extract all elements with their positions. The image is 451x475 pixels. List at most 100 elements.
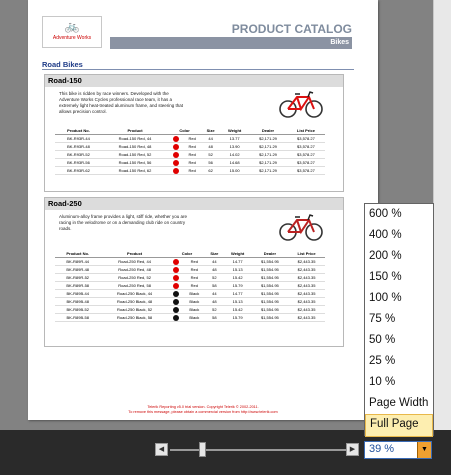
product-name-cell: Road-250 Black, 52	[100, 305, 169, 314]
color-swatch	[168, 134, 184, 143]
zoom-option[interactable]: 25 %	[365, 351, 433, 372]
product-name-cell: Road-150 Red, 52	[101, 150, 169, 159]
size-cell: 44	[201, 134, 221, 143]
color-cell: Red	[183, 273, 206, 282]
logo-bike-icon: 🚲	[64, 19, 80, 33]
dealer-price-cell: $2,171.29	[249, 150, 287, 159]
col-header: Size	[205, 250, 224, 258]
product-no-cell: BK-R89B-44	[55, 289, 101, 298]
color-dot-icon	[173, 314, 180, 321]
zoom-select-value: 39 %	[369, 443, 395, 455]
product-name: Road-250	[45, 198, 343, 210]
weight-cell: 15.13	[223, 297, 252, 306]
table-row: BK-R93R-48 Road-150 Red, 48 Red 48 13.90 $2,1…	[55, 142, 325, 151]
color-dot-icon	[173, 274, 180, 281]
zoom-option[interactable]: 150 %	[365, 267, 433, 288]
list-price-cell: $2,443.35	[288, 273, 325, 282]
zoom-option[interactable]: 50 %	[365, 330, 433, 351]
color-cell: Red	[183, 265, 206, 274]
red-bike-icon	[279, 91, 323, 118]
zoom-option[interactable]: 600 %	[365, 204, 433, 225]
color-cell: Red	[183, 150, 202, 159]
product-no-cell: BK-R89B-48	[55, 297, 101, 306]
dealer-price-cell: $2,171.29	[249, 166, 287, 175]
color-swatch	[168, 150, 184, 159]
size-cell: 44	[205, 289, 224, 298]
list-price-cell: $2,443.35	[288, 281, 325, 290]
footer-notice: To remove this message, please obtain a …	[128, 410, 278, 414]
col-header: List Price	[288, 250, 325, 258]
col-header: Weight	[223, 250, 252, 258]
col-header: Product	[100, 250, 169, 258]
size-cell: 52	[205, 273, 224, 282]
product-no-cell: BK-R89B-52	[55, 305, 101, 314]
list-price-cell: $2,443.35	[288, 297, 325, 306]
zoom-option[interactable]: 100 %	[365, 288, 433, 309]
product-name-cell: Road-150 Red, 44	[101, 134, 169, 143]
zoom-option[interactable]: 10 %	[365, 372, 433, 393]
product-name-cell: Road-150 Red, 56	[101, 158, 169, 167]
table-row: BK-R89R-58 Road-250 Red, 58 Red 58 15.79 $1,5…	[55, 281, 325, 290]
color-dot-icon	[173, 258, 180, 265]
color-cell: Red	[183, 281, 206, 290]
list-price-cell: $3,578.27	[286, 134, 325, 143]
zoom-dropdown-list: 600 % 400 % 200 % 150 % 100 % 75 % 50 % 25 % 10 …	[364, 203, 434, 437]
product-no-cell: BK-R89R-44	[55, 257, 101, 266]
vertical-scrollbar[interactable]	[433, 0, 451, 430]
col-header: Color	[168, 250, 206, 258]
col-header: Dealer	[249, 127, 287, 135]
spec-rows: BK-R93R-44 Road-150 Red, 44 Red 44 13.77 $2,1…	[55, 134, 325, 175]
section-divider	[42, 69, 354, 70]
size-cell: 58	[205, 281, 224, 290]
product-name-cell: Road-250 Red, 58	[100, 281, 169, 290]
col-header: Dealer	[251, 250, 289, 258]
list-price-cell: $3,578.27	[286, 150, 325, 159]
zoom-slider-track[interactable]	[170, 449, 346, 451]
weight-cell: 14.77	[223, 257, 252, 266]
color-dot-icon	[172, 135, 179, 142]
dealer-price-cell: $1,554.95	[251, 257, 289, 266]
report-footer: Telerik Reporting v5.0 trial version. Co…	[28, 405, 378, 415]
zoom-option[interactable]: Full Page	[365, 414, 433, 437]
dealer-price-cell: $1,554.95	[251, 273, 289, 282]
weight-cell: 15.42	[223, 273, 252, 282]
product-no-cell: BK-R93R-52	[55, 150, 102, 159]
weight-cell: 15.00	[220, 166, 250, 175]
list-price-cell: $3,578.27	[286, 142, 325, 151]
product-no-cell: BK-R89R-58	[55, 281, 101, 290]
zoom-in-button[interactable]: ▶	[346, 443, 359, 456]
size-cell: 48	[205, 265, 224, 274]
chevron-down-icon[interactable]: ▼	[417, 442, 431, 458]
color-swatch	[168, 297, 184, 306]
size-cell: 48	[201, 142, 221, 151]
dealer-price-cell: $2,171.29	[249, 142, 287, 151]
product-name-cell: Road-250 Black, 48	[100, 297, 169, 306]
color-cell: Black	[183, 297, 206, 306]
zoom-option[interactable]: 400 %	[365, 225, 433, 246]
list-price-cell: $2,443.35	[288, 289, 325, 298]
table-row: BK-R93R-52 Road-150 Red, 52 Red 52 14.02 $2,1…	[55, 150, 325, 159]
zoom-slider-thumb[interactable]	[199, 442, 206, 457]
color-swatch	[168, 313, 184, 322]
col-header: Product No.	[55, 250, 101, 258]
weight-cell: 13.77	[220, 134, 250, 143]
zoom-option[interactable]: 200 %	[365, 246, 433, 267]
weight-cell: 15.13	[223, 265, 252, 274]
list-price-cell: $3,578.27	[286, 158, 325, 167]
size-cell: 48	[205, 297, 224, 306]
dealer-price-cell: $1,554.95	[251, 289, 289, 298]
zoom-select[interactable]: 39 % ▼	[364, 441, 432, 459]
zoom-option[interactable]: 75 %	[365, 309, 433, 330]
product-no-cell: BK-R93R-44	[55, 134, 102, 143]
color-swatch	[168, 305, 184, 314]
color-cell: Black	[183, 313, 206, 322]
table-row: BK-R89R-44 Road-250 Red, 44 Red 44 14.77 $1,5…	[55, 257, 325, 266]
section-title: Road Bikes	[42, 60, 83, 69]
product-name-cell: Road-250 Red, 48	[100, 265, 169, 274]
triangle-left-icon: ◀	[158, 446, 165, 453]
table-row: BK-R89R-48 Road-250 Red, 48 Red 48 15.13 $1,5…	[55, 265, 325, 274]
zoom-out-button[interactable]: ◀	[155, 443, 168, 456]
product-no-cell: BK-R93R-56	[55, 158, 102, 167]
product-card-road-150: Road-150 This bike is ridden by race win…	[44, 74, 344, 192]
zoom-option[interactable]: Page Width	[365, 393, 433, 414]
